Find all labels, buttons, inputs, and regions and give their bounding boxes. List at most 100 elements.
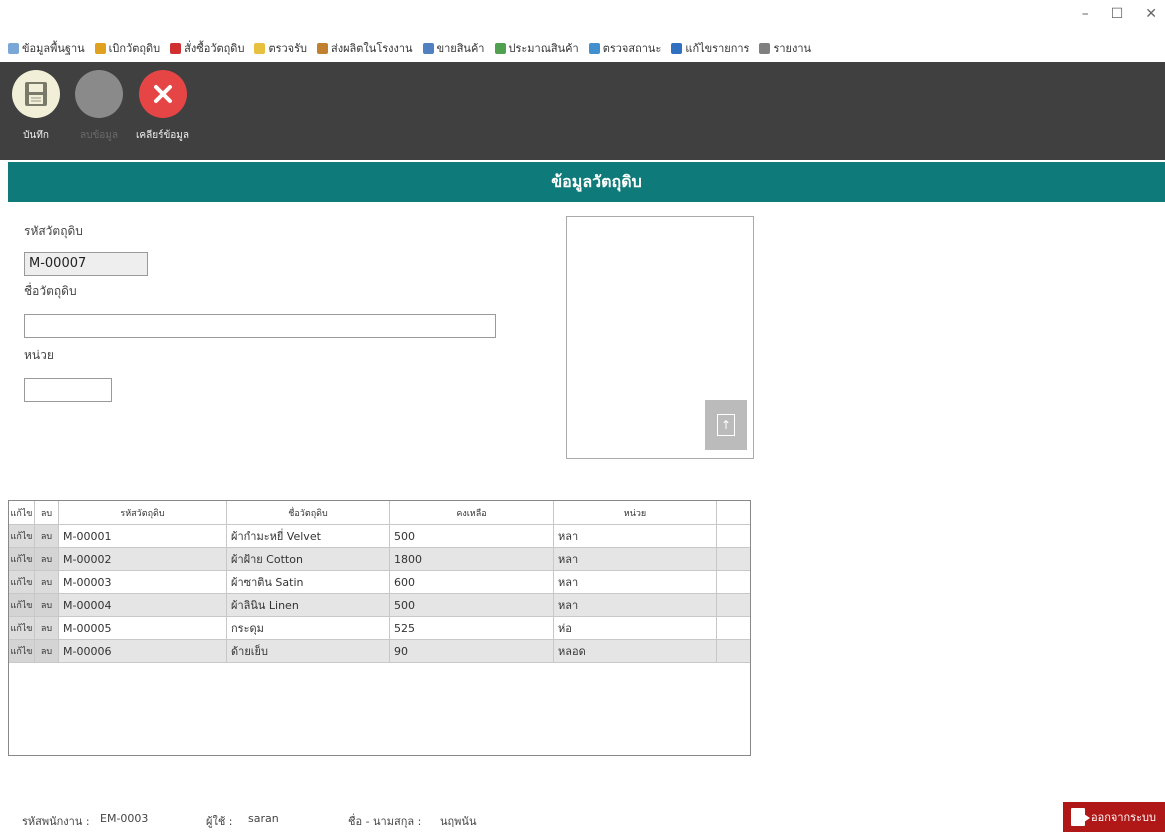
clear-label: เคลียร์ข้อมูล (136, 130, 190, 141)
logout-button[interactable]: ออกจากระบบ (1063, 802, 1165, 832)
basic-data-icon (8, 42, 19, 54)
fullname-value: นฤพนัน (440, 815, 477, 828)
document-icon (494, 42, 506, 54)
cell-qty: 90 (390, 640, 554, 662)
menu-item-basic-data[interactable]: ข้อมูลพื้นฐาน (8, 39, 85, 57)
unit-label: หน่วย (24, 348, 54, 362)
save-button[interactable]: บันทึก (12, 70, 60, 143)
menu-item-label: รายงาน (773, 42, 812, 55)
maximize-button[interactable]: ☐ (1111, 6, 1124, 22)
material-code-label: รหัสวัตถุดิบ (24, 224, 83, 238)
cell-name: ผ้ากำมะหยี่ Velvet (227, 525, 390, 547)
sales-icon (422, 42, 434, 54)
window-controls: – ☐ ✕ (1082, 6, 1157, 22)
menu-item-withdraw[interactable]: เบิกวัตถุดิบ (94, 39, 160, 57)
menu-item-estimate[interactable]: ประมาณสินค้า (494, 39, 579, 57)
table-row[interactable]: แก้ไข ลบ M-00003 ผ้าซาติน Satin 600 หลา (9, 571, 750, 594)
table-row[interactable]: แก้ไข ลบ M-00005 กระดุม 525 ห่อ (9, 617, 750, 640)
fullname-label: ชื่อ - นามสกุล : (348, 815, 422, 828)
table-header: แก้ไข ลบ รหัสวัตถุดิบ ชื่อวัตถุดิบ คงเหล… (9, 501, 750, 525)
delete-row-button[interactable]: ลบ (35, 571, 59, 593)
edit-row-button[interactable]: แก้ไข (9, 548, 35, 570)
delete-row-button[interactable]: ลบ (35, 594, 59, 616)
edit-row-button[interactable]: แก้ไข (9, 640, 35, 662)
unit-field[interactable] (24, 378, 112, 402)
edit-row-button[interactable]: แก้ไข (9, 617, 35, 639)
delete-icon (75, 70, 123, 118)
material-name-field[interactable] (24, 314, 496, 338)
material-name-label: ชื่อวัตถุดิบ (24, 284, 77, 298)
cell-name: กระดุม (227, 617, 390, 639)
cell-qty: 500 (390, 525, 554, 547)
cell-qty: 525 (390, 617, 554, 639)
menubar: ข้อมูลพื้นฐาน เบิกวัตถุดิบ สั่งซื้อวัตถุ… (0, 36, 1165, 60)
upload-button[interactable]: ↑ (705, 400, 747, 450)
table-row[interactable]: แก้ไข ลบ M-00004 ผ้าลินิน Linen 500 หลา (9, 594, 750, 617)
cell-unit: หลา (554, 525, 717, 547)
status-icon (588, 42, 600, 54)
delete-label: ลบข้อมูล (79, 130, 119, 141)
cell-unit: หลา (554, 594, 717, 616)
edit-row-button[interactable]: แก้ไข (9, 594, 35, 616)
cell-name: ผ้าฝ้าย Cotton (227, 548, 390, 570)
delete-row-button[interactable]: ลบ (35, 640, 59, 662)
menu-item-status[interactable]: ตรวจสถานะ (588, 39, 661, 57)
cell-code: M-00001 (59, 525, 227, 547)
header-edit: แก้ไข (9, 501, 35, 524)
header-qty: คงเหลือ (390, 501, 554, 524)
minimize-button[interactable]: – (1082, 6, 1089, 22)
close-window-button[interactable]: ✕ (1145, 6, 1157, 22)
cart-icon (170, 42, 182, 54)
delete-row-button[interactable]: ลบ (35, 525, 59, 547)
upload-icon: ↑ (717, 414, 735, 436)
image-preview: ↑ (566, 216, 754, 459)
menu-item-purchase[interactable]: สั่งซื้อวัตถุดิบ (170, 39, 244, 57)
cell-code: M-00003 (59, 571, 227, 593)
table-row[interactable]: แก้ไข ลบ M-00006 ด้ายเย็บ 90 หลอด (9, 640, 750, 663)
menu-item-sales[interactable]: ขายสินค้า (422, 39, 485, 57)
cell-qty: 600 (390, 571, 554, 593)
cell-unit: หลอด (554, 640, 717, 662)
menu-item-report[interactable]: รายงาน (759, 39, 811, 57)
cell-unit: หลา (554, 571, 717, 593)
menu-item-label: ตรวจรับ (268, 42, 308, 55)
menu-item-label: ส่งผลิตในโรงงาน (331, 42, 413, 55)
edit-row-button[interactable]: แก้ไข (9, 525, 35, 547)
cell-code: M-00004 (59, 594, 227, 616)
user-value: saran (248, 812, 279, 825)
withdraw-icon (94, 42, 106, 54)
cell-code: M-00002 (59, 548, 227, 570)
menu-item-label: ข้อมูลพื้นฐาน (22, 42, 85, 55)
close-icon (138, 70, 187, 118)
user-label: ผู้ใช้ : (206, 815, 233, 828)
materials-table: แก้ไข ลบ รหัสวัตถุดิบ ชื่อวัตถุดิบ คงเหล… (8, 500, 751, 756)
cell-qty: 1800 (390, 548, 554, 570)
table-row[interactable]: แก้ไข ลบ M-00002 ผ้าฝ้าย Cotton 1800 หลา (9, 548, 750, 571)
menu-item-factory[interactable]: ส่งผลิตในโรงงาน (317, 39, 413, 57)
delete-row-button[interactable]: ลบ (35, 548, 59, 570)
cell-unit: ห่อ (554, 617, 717, 639)
header-name: ชื่อวัตถุดิบ (227, 501, 390, 524)
emp-code-value: EM-0003 (100, 812, 149, 825)
table-row[interactable]: แก้ไข ลบ M-00001 ผ้ากำมะหยี่ Velvet 500 … (9, 525, 750, 548)
report-icon (759, 42, 771, 54)
edit-row-button[interactable]: แก้ไข (9, 571, 35, 593)
clipboard-icon (254, 42, 266, 54)
menu-item-receive[interactable]: ตรวจรับ (254, 39, 307, 57)
menu-item-edit[interactable]: แก้ไขรายการ (671, 39, 749, 57)
material-code-field[interactable]: M-00007 (24, 252, 148, 276)
toolbar: บันทึก ลบข้อมูล เคลียร์ข้อมูล (0, 62, 1165, 160)
delete-button[interactable]: ลบข้อมูล (75, 70, 123, 143)
page-title: ข้อมูลวัตถุดิบ (551, 171, 642, 191)
cell-name: ผ้าลินิน Linen (227, 594, 390, 616)
factory-icon (317, 42, 329, 54)
door-exit-icon (1071, 808, 1090, 826)
header-code: รหัสวัตถุดิบ (59, 501, 227, 524)
cell-unit: หลา (554, 548, 717, 570)
cell-code: M-00006 (59, 640, 227, 662)
save-icon (12, 70, 60, 118)
header-unit: หน่วย (554, 501, 717, 524)
clear-button[interactable]: เคลียร์ข้อมูล (136, 70, 189, 143)
menu-item-label: ประมาณสินค้า (508, 42, 579, 55)
delete-row-button[interactable]: ลบ (35, 617, 59, 639)
